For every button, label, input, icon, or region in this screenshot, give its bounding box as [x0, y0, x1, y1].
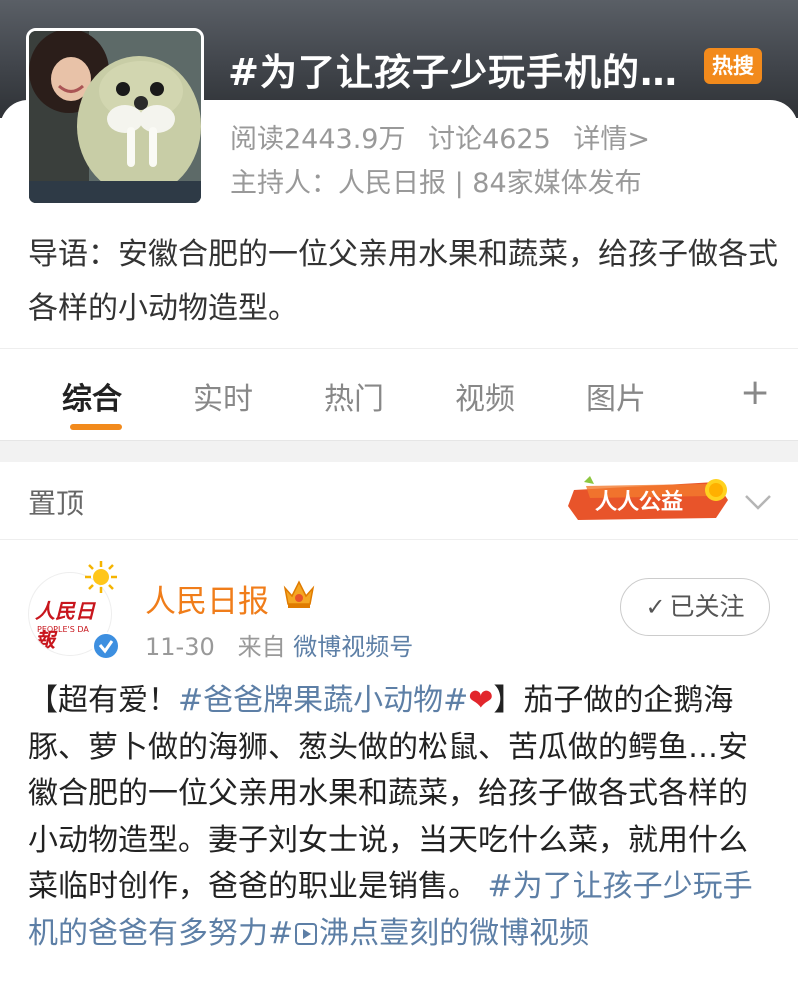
post-meta: 11-30 来自 微博视频号 [145, 627, 413, 662]
sun-badge-icon [85, 561, 117, 593]
tab-images[interactable]: 图片 [586, 374, 646, 418]
author-name[interactable]: 人民日报 [145, 576, 269, 621]
heart-icon: ❤ [468, 683, 494, 718]
topic-lead-text: 导语：安徽合肥的一位父亲用水果和蔬菜，给孩子做各式各样的小动物造型。 [28, 237, 778, 326]
topic-stats: 阅读2443.9万 讨论4625 详情> [230, 117, 664, 156]
crown-icon [283, 580, 315, 608]
read-count: 阅读2443.9万 [230, 124, 406, 155]
tab-comprehensive[interactable]: 综合 [62, 374, 122, 418]
pinned-label: 置顶 [28, 487, 85, 520]
add-tab-icon[interactable]: + [740, 372, 770, 413]
follow-button[interactable]: ✓ 已关注 [620, 578, 770, 636]
post-from-label: 来自 [237, 633, 286, 661]
video-icon [295, 922, 318, 945]
follow-button-label: 已关注 [669, 592, 745, 621]
post-text-prefix: 【超有爱！ [28, 683, 178, 718]
chevron-down-icon[interactable] [742, 488, 774, 516]
host-info: 主持人：人民日报 | 84家媒体发布 [230, 168, 642, 199]
pinned-row[interactable]: 置顶 人人公益 [0, 462, 798, 540]
post-body: 【超有爱！#爸爸牌果蔬小动物#❤】茄子做的企鹅海豚、萝卜做的海狮、葱头做的松鼠、… [28, 678, 773, 957]
tab-video[interactable]: 视频 [455, 374, 515, 418]
hot-search-badge: 热搜 [704, 48, 762, 84]
avatar-logo-subtext: PEOPLE'S DA [37, 625, 89, 634]
verified-icon [92, 632, 120, 660]
discussion-count: 讨论4625 [428, 124, 551, 155]
tab-realtime[interactable]: 实时 [193, 374, 253, 418]
topic-title[interactable]: #为了让孩子少玩手机的… [228, 42, 678, 96]
video-link[interactable]: 沸点壹刻的微博视频 [319, 916, 589, 951]
tab-hot[interactable]: 热门 [324, 374, 384, 418]
walrus-plush-photo [29, 31, 201, 203]
post-date: 11-30 [145, 633, 215, 661]
active-tab-indicator [70, 424, 122, 430]
section-divider [0, 440, 798, 462]
topic-link-fruit-veg-animals[interactable]: #爸爸牌果蔬小动物# [178, 683, 468, 718]
check-icon: ✓ [645, 593, 666, 621]
details-link[interactable]: 详情> [573, 124, 650, 155]
post-source-link[interactable]: 微博视频号 [293, 633, 413, 661]
charity-badge-label: 人人公益 [595, 490, 684, 515]
topic-cover-image[interactable] [26, 28, 204, 206]
